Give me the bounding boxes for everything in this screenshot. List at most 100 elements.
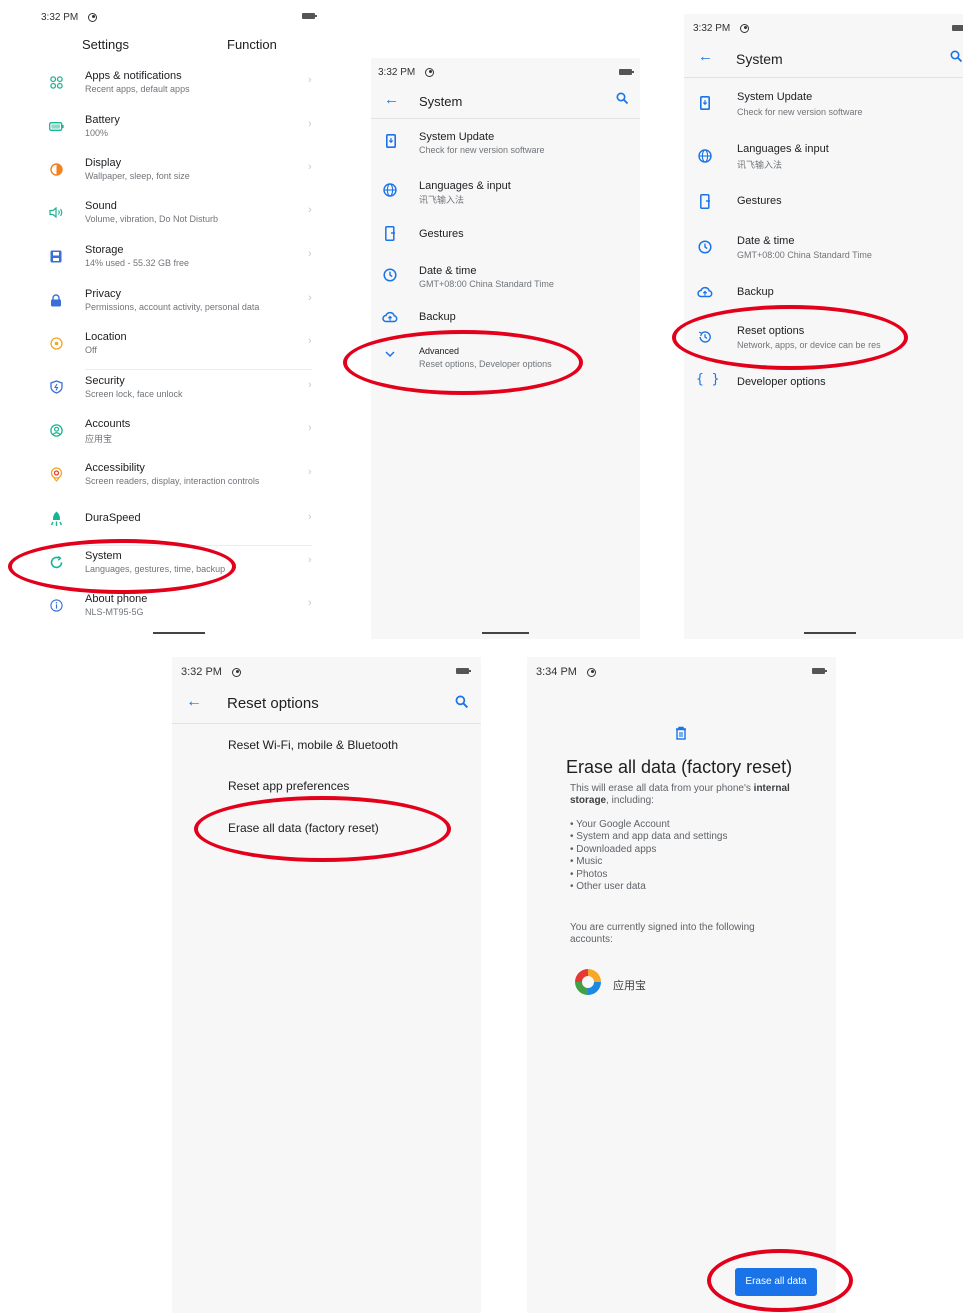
settings-item-sound[interactable]: Sound Volume, vibration, Do Not Disturb ›	[0, 198, 330, 236]
system-update-item[interactable]: System Update Check for new version soft…	[684, 88, 963, 128]
status-time: 3:34 PM	[536, 666, 577, 678]
page-title: Reset options	[227, 695, 319, 712]
nav-handle[interactable]	[804, 632, 856, 634]
item-subtitle: Check for new version software	[737, 107, 863, 117]
settings-item-title: Storage	[85, 244, 124, 256]
settings-item-title: Accounts	[85, 418, 131, 430]
erase-list-item: • Other user data	[570, 881, 728, 893]
settings-item-storage[interactable]: Storage 14% used - 55.32 GB free ›	[0, 242, 330, 280]
info-icon	[48, 597, 64, 613]
settings-item-accounts[interactable]: Accounts 应用宝 ›	[0, 416, 330, 454]
settings-item-subtitle: Off	[85, 345, 97, 355]
battery-icon	[48, 118, 64, 134]
gestures-item[interactable]: Gestures	[684, 192, 963, 222]
erase-list-item-text: Photos	[576, 868, 608, 880]
dnd-icon	[740, 24, 750, 33]
highlight-system	[8, 539, 236, 594]
privacy-icon	[48, 292, 64, 308]
settings-item-title: Display	[85, 157, 122, 169]
settings-item-subtitle: Volume, vibration, Do Not Disturb	[85, 214, 219, 224]
back-arrow-icon[interactable]: ←	[384, 91, 399, 108]
search-icon[interactable]	[950, 50, 963, 68]
item-title: Backup	[419, 311, 456, 323]
code-braces-icon: { }	[696, 372, 720, 387]
accessibility-icon	[48, 466, 64, 482]
erase-list-item: • System and app data and settings	[570, 831, 728, 843]
divider	[684, 77, 963, 78]
erase-list-item: • Music	[570, 856, 728, 868]
reset-wifi-option[interactable]: Reset Wi-Fi, mobile & Bluetooth	[228, 738, 398, 752]
settings-item-display[interactable]: Display Wallpaper, sleep, font size ›	[0, 155, 330, 193]
trash-icon	[675, 726, 687, 740]
erase-list-item-text: Music	[576, 856, 603, 868]
gestures-icon	[385, 226, 396, 241]
chevron-right-icon: ›	[308, 554, 312, 566]
search-icon[interactable]	[616, 92, 629, 110]
back-arrow-icon[interactable]: ←	[186, 693, 202, 711]
settings-item-accessibility[interactable]: Accessibility Screen readers, display, in…	[0, 460, 330, 498]
settings-item-location[interactable]: Location Off ›	[0, 329, 330, 367]
system-update-icon	[700, 96, 710, 110]
item-title: System Update	[737, 91, 813, 103]
item-title: Date & time	[737, 235, 795, 247]
factory-reset-screen: 3:34 PM Erase all data (factory reset) T…	[527, 657, 836, 1313]
settings-item-title: About phone	[85, 593, 148, 605]
date-time-item[interactable]: Date & time GMT+08:00 China Standard Tim…	[371, 260, 640, 298]
settings-item-title: Security	[85, 375, 125, 387]
item-subtitle: GMT+08:00 China Standard Time	[737, 250, 872, 260]
settings-item-duraspeed[interactable]: DuraSpeed ›	[0, 505, 330, 543]
reset-app-preferences-option[interactable]: Reset app preferences	[228, 779, 349, 793]
sound-icon	[48, 204, 64, 220]
nav-handle[interactable]	[482, 632, 529, 634]
settings-item-title: DuraSpeed	[85, 512, 141, 524]
nav-handle[interactable]	[153, 632, 205, 634]
dnd-icon	[425, 68, 435, 77]
status-bar: 3:32 PM	[41, 12, 98, 23]
page-title: System	[736, 51, 783, 67]
status-time: 3:32 PM	[693, 23, 731, 34]
chevron-right-icon: ›	[308, 335, 312, 347]
chevron-right-icon: ›	[308, 597, 312, 609]
tab-settings[interactable]: Settings	[82, 37, 129, 52]
system-update-item[interactable]: System Update Check for new version soft…	[371, 126, 640, 164]
highlight-erase-button	[707, 1249, 853, 1312]
tab-function[interactable]: Function	[227, 37, 277, 52]
dnd-icon	[88, 13, 98, 22]
display-icon	[48, 161, 64, 177]
date-time-item[interactable]: Date & time GMT+08:00 China Standard Tim…	[684, 232, 963, 272]
developer-options-item[interactable]: { } Developer options	[684, 372, 963, 402]
settings-item-title: Privacy	[85, 288, 122, 300]
settings-item-about-phone[interactable]: About phone NLS-MT95-5G ›	[0, 591, 330, 629]
status-bar: 3:32 PM	[693, 23, 750, 34]
signed-in-text: You are currently signed into the follow…	[570, 922, 755, 945]
settings-item-subtitle: 14% used - 55.32 GB free	[85, 258, 190, 268]
item-title: Backup	[737, 286, 774, 298]
languages-input-item[interactable]: Languages & input 讯飞输入法	[371, 175, 640, 213]
item-title: Languages & input	[419, 180, 511, 192]
settings-item-apps-notifications[interactable]: Apps & notifications Recent apps, default…	[0, 68, 330, 106]
settings-item-title: Location	[85, 331, 127, 343]
gestures-item[interactable]: Gestures	[371, 223, 640, 253]
settings-item-subtitle: 应用宝	[85, 434, 113, 444]
search-icon[interactable]	[455, 695, 469, 714]
settings-item-title: Apps & notifications	[85, 70, 182, 82]
item-title: Gestures	[419, 228, 464, 240]
dnd-icon	[231, 667, 241, 677]
erase-description: This will erase all data from your phone…	[570, 783, 815, 807]
settings-item-security[interactable]: Security Screen lock, face unlock ›	[0, 373, 330, 411]
battery-status-icon	[952, 25, 963, 31]
duraspeed-icon	[48, 511, 64, 527]
item-subtitle: GMT+08:00 China Standard Time	[419, 279, 554, 289]
chevron-right-icon: ›	[308, 118, 312, 130]
back-arrow-icon[interactable]: ←	[698, 48, 713, 65]
settings-item-title: Accessibility	[85, 462, 145, 474]
settings-item-subtitle: Recent apps, default apps	[85, 84, 190, 94]
app-logo-icon	[572, 966, 604, 998]
chevron-right-icon: ›	[308, 511, 312, 523]
status-time: 3:32 PM	[181, 666, 222, 678]
erase-list-item-text: Downloaded apps	[576, 843, 657, 855]
item-subtitle: 讯飞输入法	[737, 160, 783, 170]
settings-item-battery[interactable]: Battery 100% ›	[0, 112, 330, 150]
settings-item-privacy[interactable]: Privacy Permissions, account activity, pe…	[0, 286, 330, 324]
languages-input-item[interactable]: Languages & input 讯飞输入法	[684, 140, 963, 180]
